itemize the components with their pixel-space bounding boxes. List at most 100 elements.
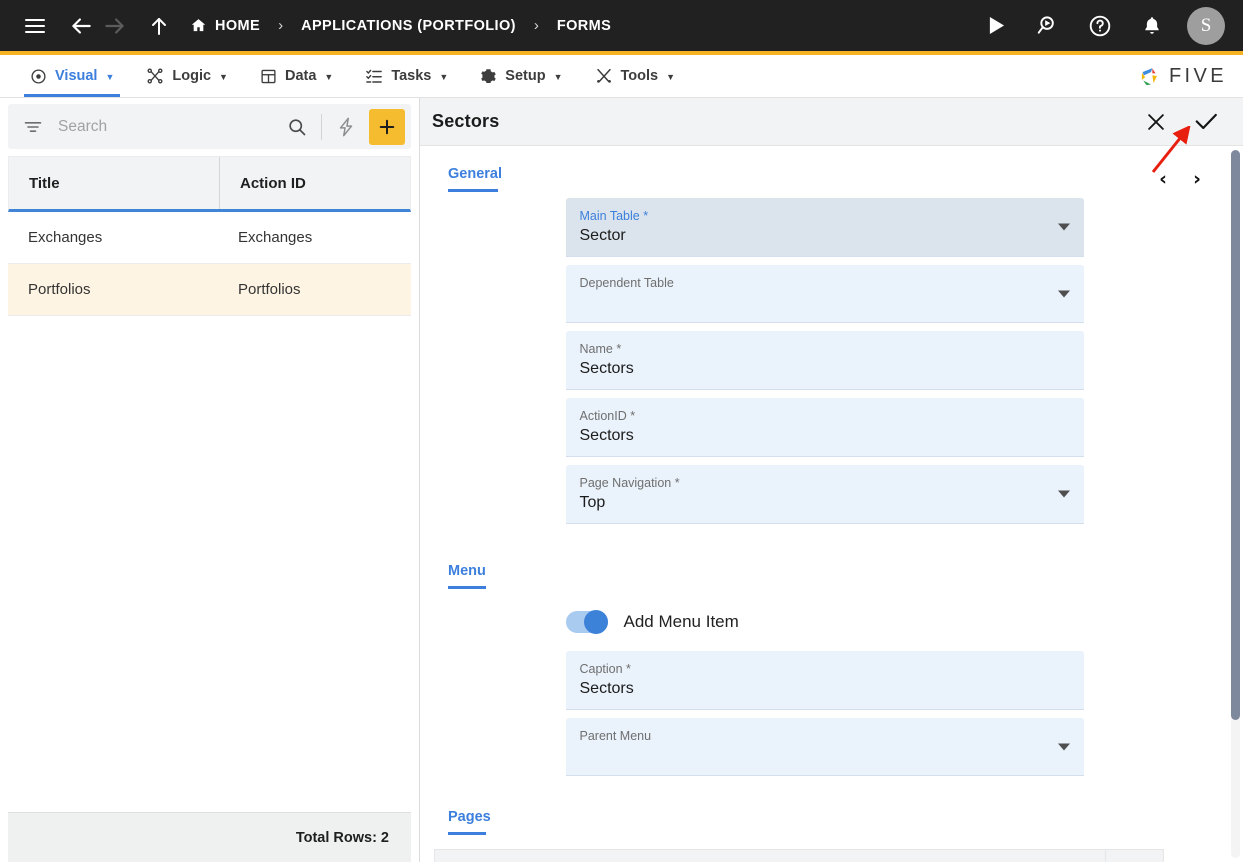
grid-header-row: Title Action ID (8, 156, 411, 212)
confirm-check-button[interactable] (1193, 109, 1219, 135)
filter-icon[interactable] (16, 117, 50, 137)
breadcrumb-label-applications: APPLICATIONS (PORTFOLIO) (301, 17, 516, 34)
table-row[interactable]: Exchanges Exchanges (8, 212, 411, 264)
left-list-panel: Title Action ID Exchanges Exchanges Port… (0, 98, 420, 862)
field-name[interactable]: Name * Sectors (565, 331, 1084, 390)
gear-icon (480, 68, 497, 85)
tab-general[interactable]: General (434, 166, 516, 192)
vertical-scrollbar-track[interactable] (1231, 150, 1240, 858)
top-bar-actions: S (979, 6, 1229, 45)
field-value-parent-menu (580, 744, 1070, 768)
menu-item-tools[interactable]: Tools ▼ (579, 55, 692, 97)
breadcrumb-item-applications[interactable]: APPLICATIONS (PORTFOLIO) (301, 18, 516, 34)
prev-chevron-icon[interactable]: ‹ (1153, 168, 1173, 190)
close-x-button[interactable] (1145, 111, 1167, 133)
field-caption[interactable]: Caption * Sectors (565, 651, 1084, 710)
up-arrow-icon[interactable] (142, 9, 176, 43)
total-rows-label: Total Rows: 2 (8, 812, 411, 862)
menu-label-data: Data (284, 68, 317, 84)
field-value-main-table: Sector (579, 227, 626, 244)
breadcrumb-item-forms[interactable]: FORMS (557, 18, 611, 34)
user-avatar[interactable]: S (1187, 6, 1225, 45)
field-dependent-table[interactable]: Dependent Table (565, 265, 1084, 323)
breadcrumb-separator: › (278, 17, 284, 34)
section-header-menu: Menu (434, 563, 486, 589)
section-header-pages: Pages (434, 809, 491, 835)
tab-pager: ‹ › (1153, 166, 1229, 190)
table-grid-icon (260, 68, 277, 85)
menu-label-setup: Setup (505, 68, 546, 84)
field-parent-menu[interactable]: Parent Menu (565, 718, 1084, 776)
pages-table: Type Action Caption Form (434, 849, 1164, 862)
column-header-action-id[interactable]: Action ID (219, 157, 410, 209)
field-label-main-table: Main Table * (579, 209, 649, 223)
form-content: General ‹ › Main Table * Sector Dependen… (420, 146, 1229, 862)
eye-icon (30, 68, 47, 85)
search-icon[interactable] (280, 110, 314, 144)
table-row[interactable]: Portfolios Portfolios (8, 264, 411, 316)
checklist-icon (365, 67, 383, 85)
five-mark-icon (1141, 68, 1157, 86)
vertical-scrollbar-thumb[interactable] (1231, 150, 1240, 720)
lightning-bolt-icon[interactable] (329, 110, 363, 144)
forward-arrow-icon[interactable] (98, 9, 132, 43)
chevron-down-icon: ▼ (666, 72, 676, 82)
field-label-action-id: ActionID * (579, 409, 636, 423)
field-page-navigation[interactable]: Page Navigation * Top (565, 465, 1084, 524)
toolbar-divider (321, 113, 322, 140)
column-header-title[interactable]: Title (9, 157, 219, 209)
field-value-dependent-table (580, 291, 1070, 315)
field-label-page-navigation: Page Navigation * (579, 476, 680, 490)
menu-label-visual: Visual (55, 68, 98, 84)
add-menu-item-toggle[interactable] (565, 610, 608, 634)
dropdown-caret-icon[interactable] (1057, 223, 1070, 231)
toggle-knob (583, 610, 608, 634)
search-preview-icon[interactable] (1031, 9, 1065, 43)
menu-item-logic[interactable]: Logic ▼ (130, 55, 244, 97)
search-input[interactable] (50, 117, 280, 136)
menu-item-data[interactable]: Data ▼ (244, 55, 349, 97)
back-arrow-icon[interactable] (64, 9, 98, 43)
cell-action-id: Portfolios (238, 281, 301, 298)
cell-title: Exchanges (28, 229, 103, 246)
field-label-parent-menu: Parent Menu (579, 729, 652, 743)
module-menu-bar: Visual ▼ Logic ▼ Data ▼ Tasks ▼ Setup ▼ … (0, 55, 1243, 98)
menu-item-visual[interactable]: Visual ▼ (14, 55, 130, 97)
run-play-icon[interactable] (979, 9, 1013, 43)
toggle-label-add-menu-item: Add Menu Item (623, 612, 739, 631)
chevron-down-icon: ▼ (219, 72, 228, 82)
form-detail-panel: Sectors General ‹ › Main Table * Sector … (420, 98, 1243, 862)
field-label-name: Name * (579, 342, 622, 356)
page-title: Sectors (432, 111, 500, 131)
general-fields: Main Table * Sector Dependent Table Name… (420, 198, 1229, 524)
breadcrumb-label-forms: FORMS (556, 17, 612, 34)
field-value-caption: Sectors (579, 680, 634, 697)
add-record-button[interactable] (369, 108, 405, 145)
five-logo: FIVE (1138, 55, 1243, 97)
column-header-type: Type (435, 850, 590, 862)
dropdown-caret-icon[interactable] (1057, 290, 1070, 297)
field-action-id[interactable]: ActionID * Sectors (565, 398, 1084, 457)
dropdown-caret-icon[interactable] (1057, 490, 1070, 498)
next-chevron-icon[interactable]: › (1187, 168, 1207, 190)
hamburger-menu-icon[interactable] (18, 9, 52, 43)
field-label-dependent-table: Dependent Table (579, 276, 674, 290)
dropdown-caret-icon[interactable] (1057, 743, 1070, 750)
pages-table-header: Type Action Caption (435, 850, 1163, 862)
breadcrumb-item-home[interactable]: HOME (190, 17, 260, 34)
notification-bell-icon[interactable] (1135, 9, 1169, 43)
records-grid: Title Action ID Exchanges Exchanges Port… (8, 156, 411, 862)
logic-nodes-icon (146, 67, 164, 85)
avatar-initial: S (1200, 14, 1212, 36)
field-main-table[interactable]: Main Table * Sector (565, 198, 1084, 257)
panel-header-actions (1145, 109, 1219, 135)
five-logo-text: FIVE (1168, 64, 1227, 87)
menu-label-tasks: Tasks (391, 68, 432, 84)
cell-title: Portfolios (28, 281, 91, 298)
add-page-row-button[interactable] (1105, 850, 1163, 862)
menu-item-tasks[interactable]: Tasks ▼ (349, 55, 464, 97)
help-question-icon[interactable] (1083, 9, 1117, 43)
menu-item-setup[interactable]: Setup ▼ (464, 55, 578, 97)
breadcrumb-label-home: HOME (215, 17, 261, 34)
form-tab-row: General ‹ › (420, 146, 1229, 198)
